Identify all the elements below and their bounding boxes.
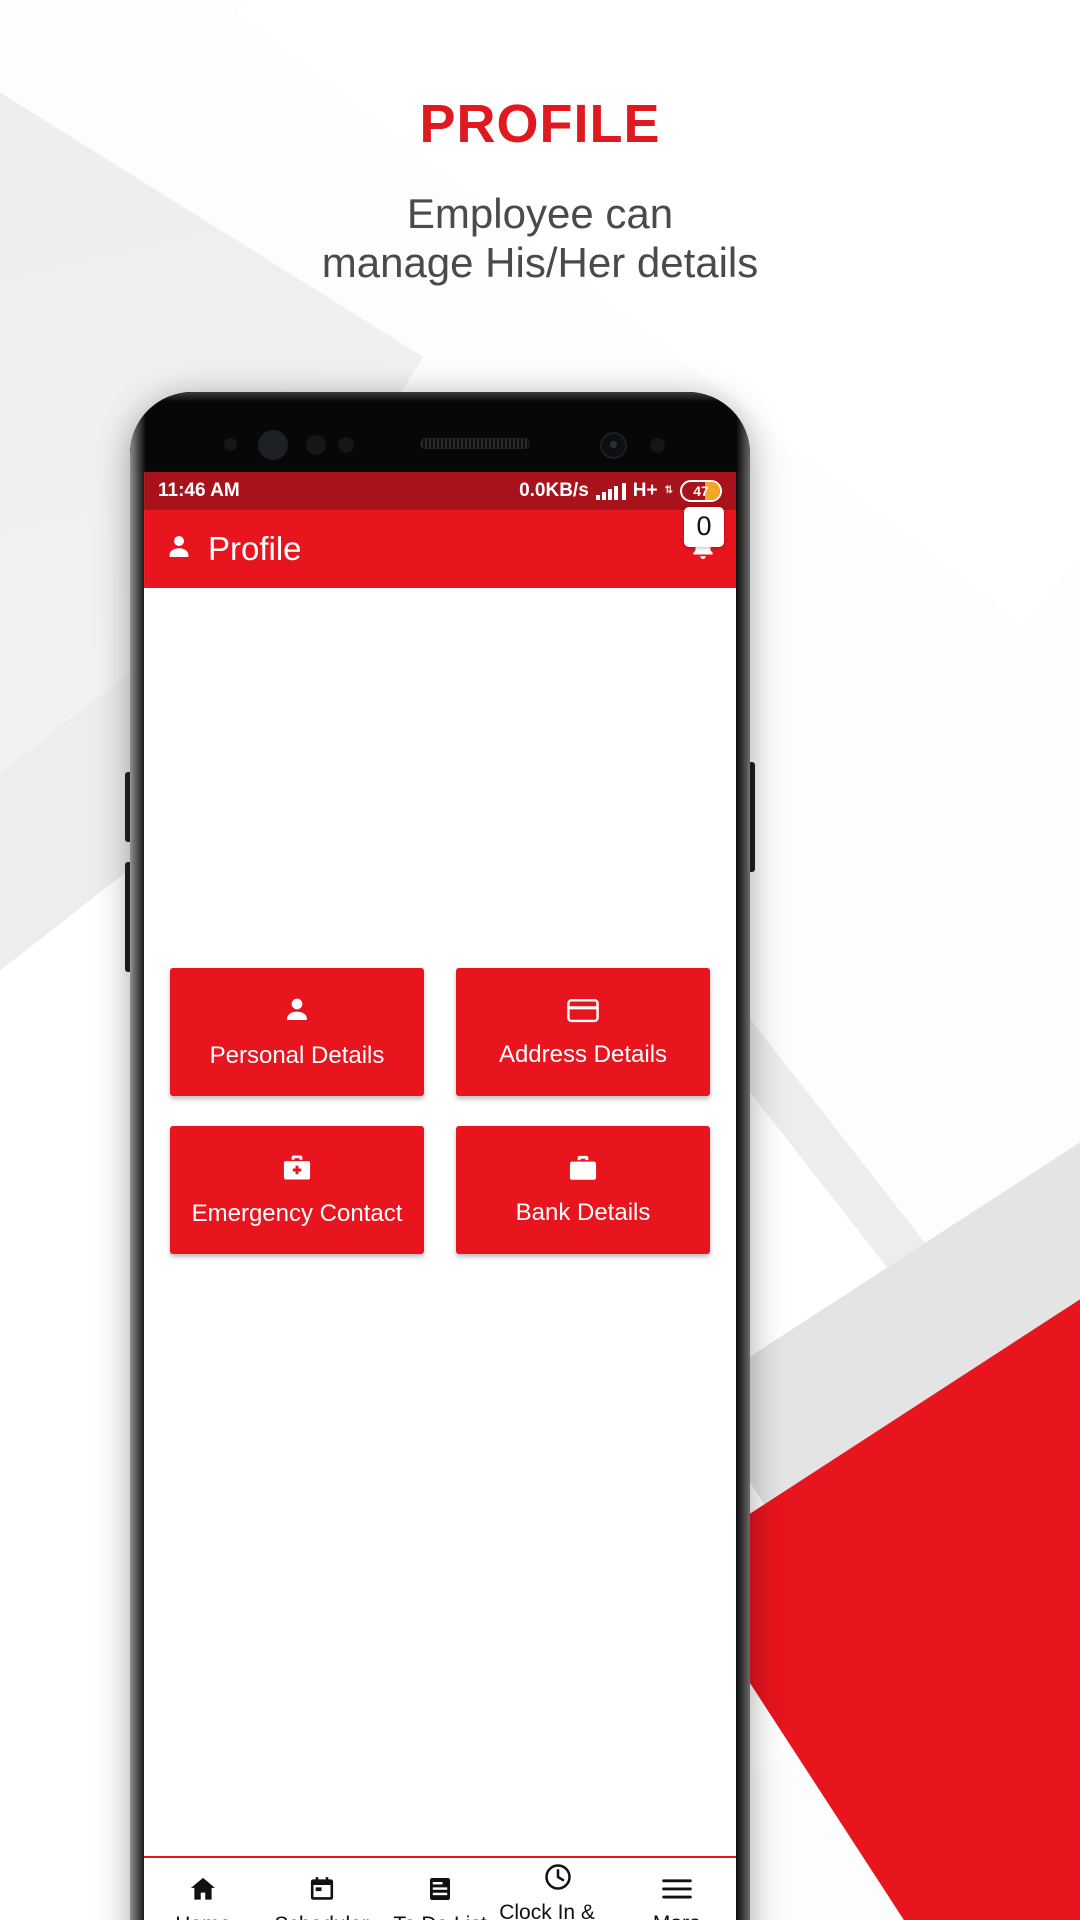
nav-label: To Do List (393, 1913, 486, 1920)
tile-label: Personal Details (209, 1042, 385, 1069)
screen-content: Personal Details Address Details Emergen… (144, 588, 736, 1856)
status-bar-network-type: H+ (632, 480, 658, 501)
tile-bank-details[interactable]: Bank Details (456, 1126, 710, 1254)
page-title: PROFILE (419, 94, 661, 154)
notification-button[interactable]: 0 (684, 506, 724, 568)
person-icon (281, 994, 313, 1026)
nav-label: Scheduler (274, 1913, 369, 1920)
phone-screen: 11:46 AM 0.0KB/s H+ ⇅ 47 Profile 0 Perso… (144, 472, 736, 1920)
nav-label: Home (175, 1913, 231, 1920)
app-bar-leading: Profile (164, 530, 302, 568)
signal-bars-icon (595, 482, 626, 500)
volume-up-button[interactable] (125, 772, 132, 842)
status-bar-time: 11:46 AM (158, 480, 240, 501)
list-icon (426, 1874, 454, 1904)
status-bar: 11:46 AM 0.0KB/s H+ ⇅ 47 (144, 472, 736, 510)
promo-subtitle-line-1: Employee can (406, 189, 674, 237)
earpiece-speaker-icon (420, 438, 530, 449)
battery-icon: 47 (680, 480, 722, 502)
power-button[interactable] (748, 762, 755, 872)
briefcase-icon (567, 1153, 599, 1183)
person-icon (164, 532, 194, 567)
nav-label: Clock In & Out (499, 1900, 595, 1920)
sensor-icon (224, 438, 237, 451)
hamburger-icon (661, 1875, 693, 1903)
nav-item-more[interactable]: More (618, 1875, 736, 1920)
battery-percent-label: 47 (693, 483, 709, 499)
nav-item-clock-in-out[interactable]: Clock In & Out (499, 1862, 617, 1920)
tile-address-details[interactable]: Address Details (456, 968, 710, 1096)
profile-tile-grid: Personal Details Address Details Emergen… (144, 968, 736, 1254)
home-icon (188, 1874, 218, 1904)
volume-down-button[interactable] (125, 862, 132, 972)
notification-badge: 0 (684, 506, 724, 547)
phone-bezel-top (130, 392, 750, 472)
light-sensor-icon (338, 437, 354, 453)
promo-header: PROFILE Employee can manage His/Her deta… (0, 96, 1080, 288)
nav-item-home[interactable]: Home (144, 1874, 262, 1920)
clock-icon (543, 1862, 573, 1892)
bottom-navigation: Home Scheduler (144, 1856, 736, 1920)
app-bar-title: Profile (208, 530, 302, 567)
tile-label: Bank Details (515, 1199, 651, 1226)
proximity-sensor-icon (306, 435, 326, 455)
tile-label: Address Details (498, 1041, 668, 1068)
tile-emergency-contact[interactable]: Emergency Contact (170, 1126, 424, 1254)
tile-label: Emergency Contact (191, 1200, 403, 1227)
iris-scanner-icon (650, 438, 665, 453)
front-camera-icon (600, 432, 627, 459)
nav-item-scheduler[interactable]: Scheduler (262, 1874, 380, 1920)
tile-personal-details[interactable]: Personal Details (170, 968, 424, 1096)
status-bar-indicators: 0.0KB/s H+ ⇅ 47 (519, 480, 722, 502)
credit-card-icon (566, 995, 600, 1025)
calendar-icon (308, 1874, 336, 1904)
front-camera-secondary-icon (258, 430, 288, 460)
data-transfer-icon: ⇅ (664, 485, 673, 496)
status-bar-data-speed: 0.0KB/s (519, 480, 589, 501)
nav-item-todo-list[interactable]: To Do List (381, 1874, 499, 1920)
medical-kit-icon (281, 1152, 313, 1184)
promo-subtitle-line-2: manage His/Her details (321, 239, 759, 287)
nav-label: More (653, 1912, 701, 1920)
promo-subtitle: Employee can manage His/Her details (0, 189, 1080, 288)
phone-body: 11:46 AM 0.0KB/s H+ ⇅ 47 Profile 0 Perso… (130, 392, 750, 1920)
phone-mockup: 11:46 AM 0.0KB/s H+ ⇅ 47 Profile 0 Perso… (125, 392, 755, 1920)
app-bar: Profile 0 (144, 506, 736, 588)
